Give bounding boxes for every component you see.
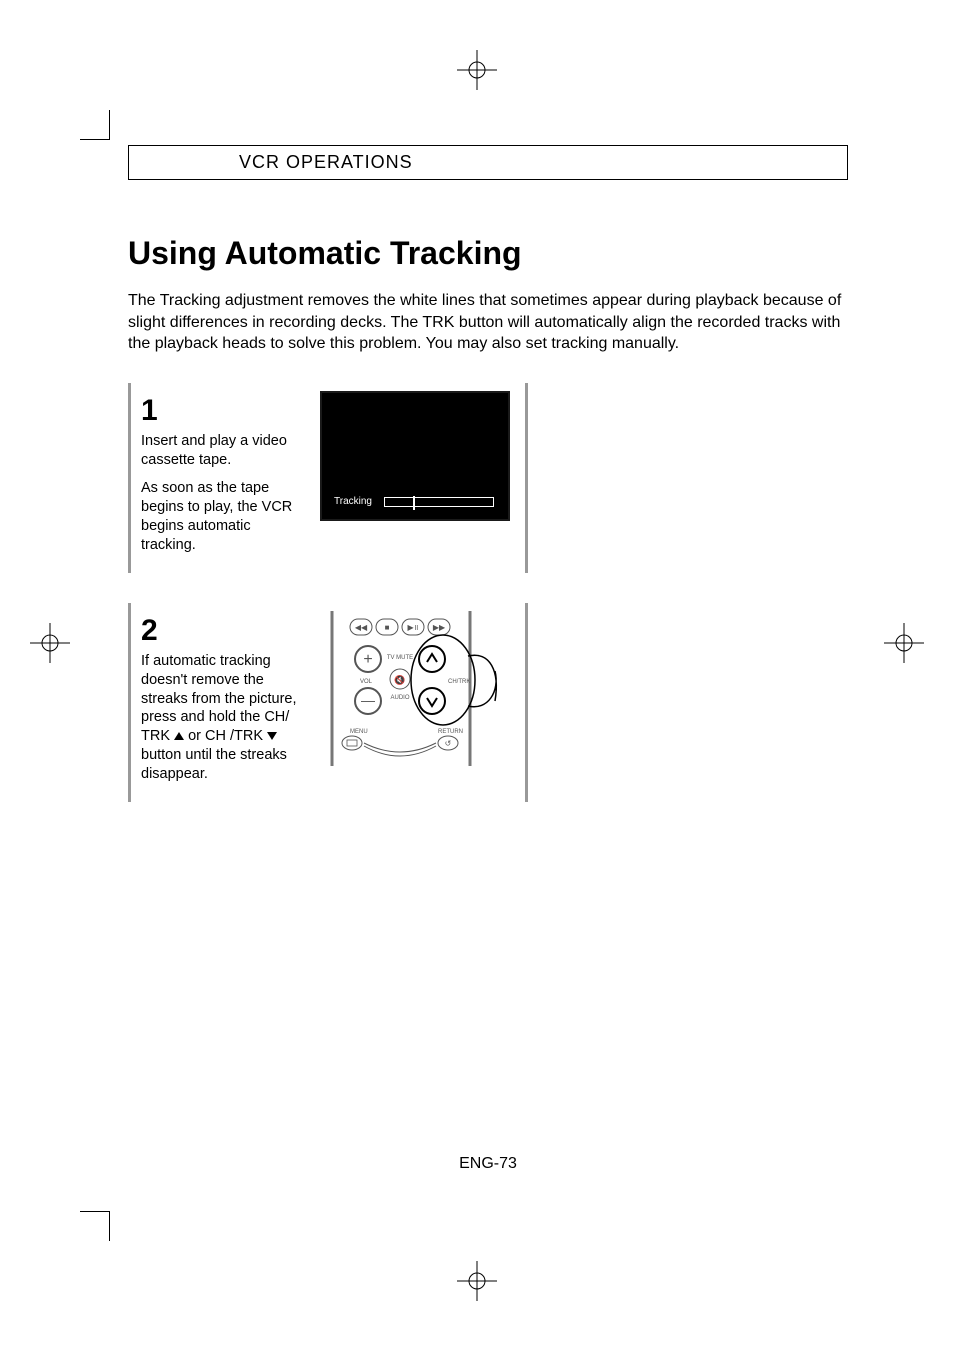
step-1-number: 1 [141,391,306,430]
section-header: VCR OPERATIONS [128,145,848,180]
registration-mark-top [457,50,497,90]
ch-trk-down-button [419,688,445,714]
steps-container: 1 Insert and play a video cassette tape.… [128,383,528,802]
remote-diagram: ◀◀ ■ ▶॥ ▶▶ + — VOL [320,611,510,766]
audio-label: AUDIO [390,695,409,701]
up-arrow-icon [174,732,184,740]
ch-trk-label: CH/TRK [448,679,470,685]
crop-mark-tl [80,110,110,140]
vol-label: VOL [360,679,373,685]
step-1: 1 Insert and play a video cassette tape.… [128,383,528,573]
svg-text:▶॥: ▶॥ [408,623,419,632]
tracking-bar [384,497,494,507]
svg-text:■: ■ [385,623,390,632]
intro-text: The Tracking adjustment removes the whit… [128,290,848,355]
svg-text:🔇: 🔇 [394,674,405,685]
step-2-text: 2 If automatic tracking doesn't remove t… [141,611,306,784]
registration-mark-bottom [457,1261,497,1301]
svg-text:▶▶: ▶▶ [433,623,446,632]
step-1-para2: As soon as the tape begins to play, the … [141,479,306,554]
page-content: VCR OPERATIONS Using Automatic Tracking … [128,145,848,832]
page-number: ENG-73 [128,1155,848,1173]
registration-mark-right [884,623,924,663]
step-1-visual: Tracking [320,391,510,555]
registration-mark-left [30,623,70,663]
step-1-text: 1 Insert and play a video cassette tape.… [141,391,306,555]
step-2-text-mid: or CH /TRK [188,728,267,744]
step-2-text-after: button until the streaks disappear. [141,747,287,782]
step-2-visual: ◀◀ ■ ▶॥ ▶▶ + — VOL [320,611,510,784]
tv-mute-label: TV MUTE [387,655,413,661]
tracking-label: Tracking [334,496,372,507]
ch-trk-up-button [419,646,445,672]
step-1-para1: Insert and play a video cassette tape. [141,432,306,470]
svg-text:◀◀: ◀◀ [355,623,368,632]
section-header-label: VCR OPERATIONS [239,152,413,172]
svg-text:—: — [361,692,375,708]
step-2-para: If automatic tracking doesn't remove the… [141,652,306,784]
svg-text:+: + [363,651,372,668]
return-label: RETURN [438,729,463,735]
transport-buttons: ◀◀ ■ ▶॥ ▶▶ [350,619,450,635]
menu-button [342,736,362,750]
crop-mark-bl [80,1211,110,1241]
step-2-number: 2 [141,611,306,650]
section-header-text: VCR OPERATIONS [239,152,413,173]
page-title: Using Automatic Tracking [128,235,848,272]
down-arrow-icon [267,732,277,740]
step-2: 2 If automatic tracking doesn't remove t… [128,603,528,802]
svg-text:↺: ↺ [445,739,452,748]
menu-label: MENU [350,729,368,735]
tracking-bar-marker [413,496,415,510]
tracking-screen: Tracking [320,391,510,521]
